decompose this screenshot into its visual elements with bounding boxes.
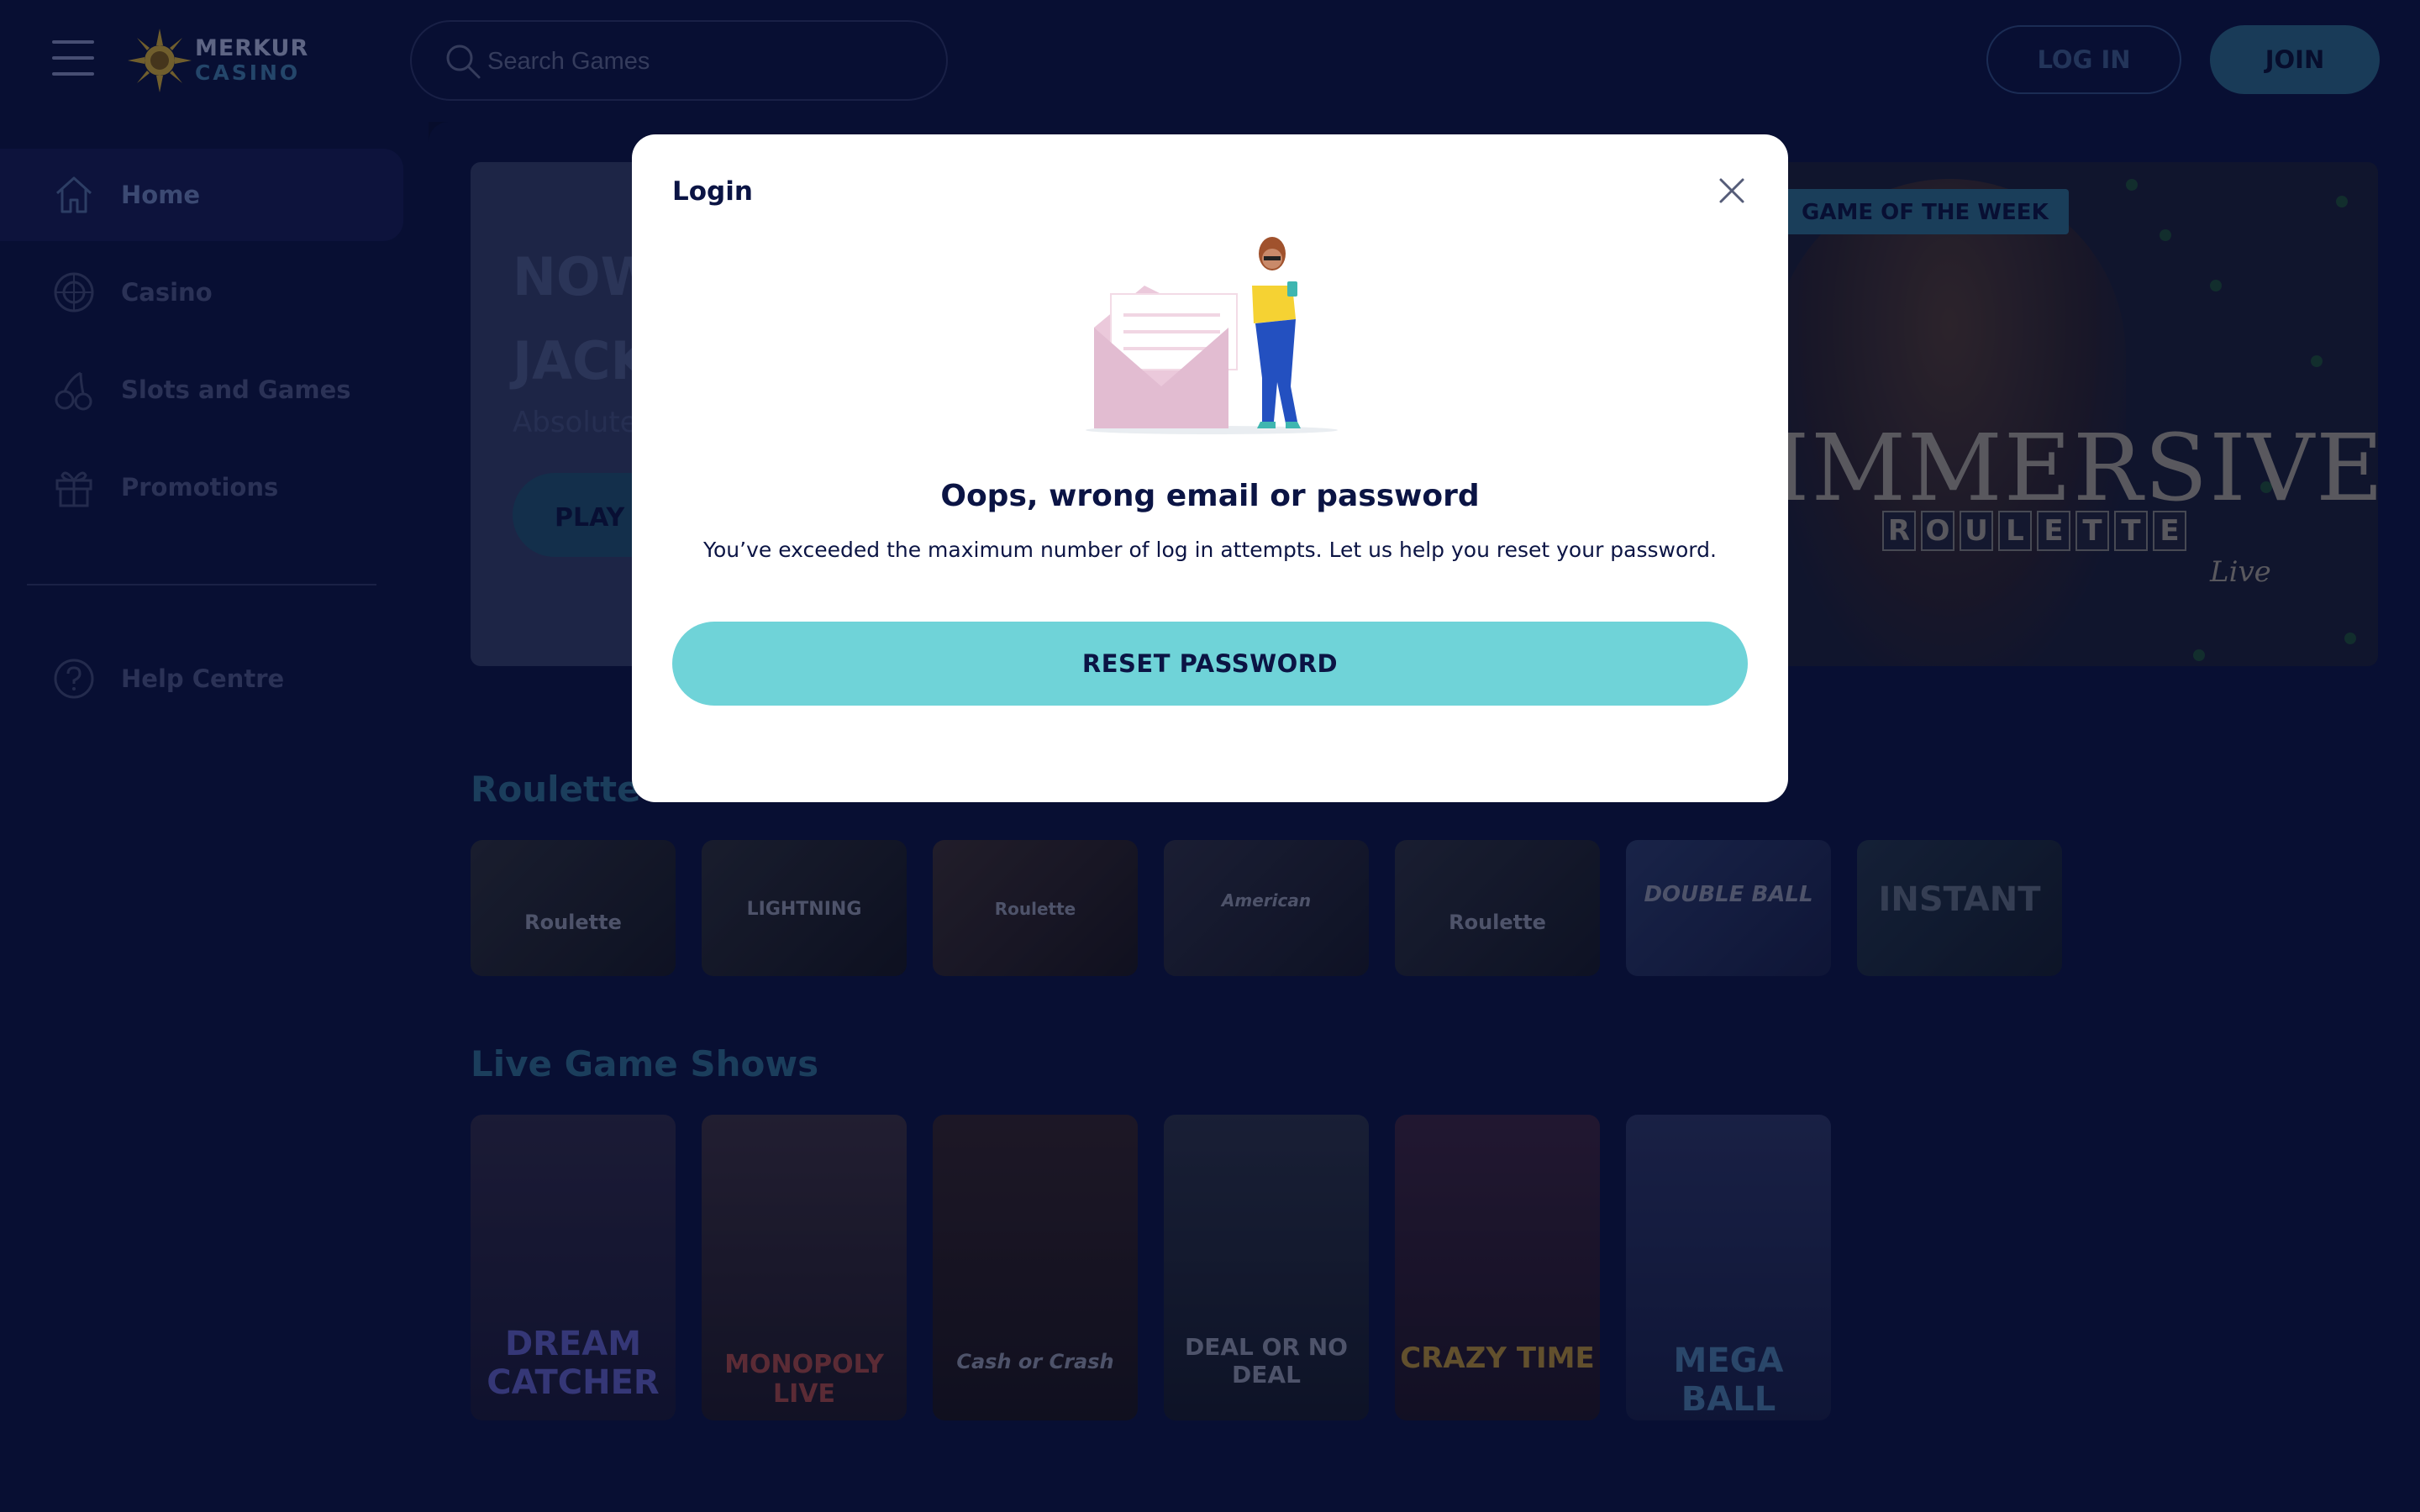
envelope-illustration-icon <box>1086 237 1338 434</box>
reset-password-button[interactable]: RESET PASSWORD <box>672 622 1748 706</box>
error-message: You’ve exceeded the maximum number of lo… <box>703 538 1717 562</box>
close-icon[interactable] <box>1716 175 1748 207</box>
modal-title: Login <box>672 176 753 207</box>
error-heading: Oops, wrong email or password <box>940 479 1480 513</box>
login-modal: Login Oops, wrong email or password You’… <box>632 134 1788 802</box>
